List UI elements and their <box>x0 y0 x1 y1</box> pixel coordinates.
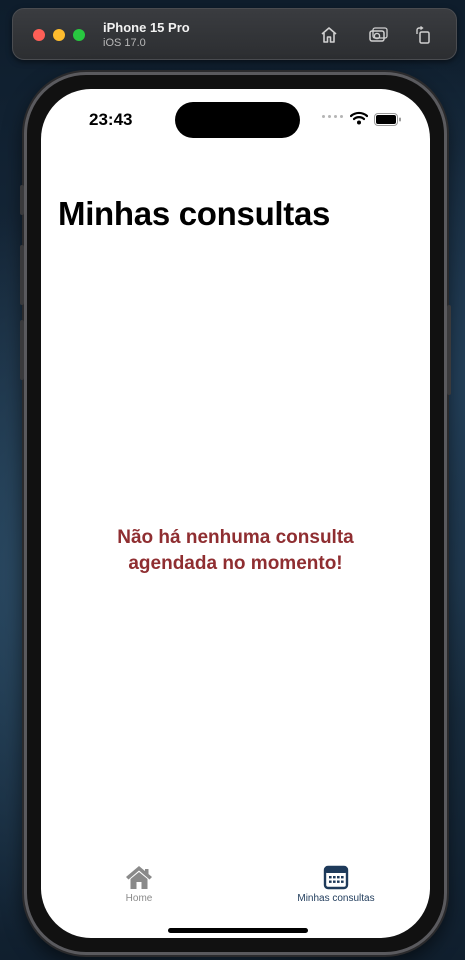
calendar-icon <box>323 865 349 890</box>
volume-down-button <box>20 320 24 380</box>
action-button <box>20 185 24 215</box>
power-button <box>447 305 451 395</box>
tab-minhas-consultas[interactable]: Minhas consultas <box>281 864 391 904</box>
tab-minhas-consultas-label: Minhas consultas <box>297 893 375 904</box>
tab-home[interactable]: Home <box>111 864 167 904</box>
dynamic-island <box>175 102 300 138</box>
simulator-home-button[interactable] <box>317 23 341 47</box>
screenshot-icon <box>369 27 388 42</box>
rotate-icon <box>416 25 430 44</box>
tab-bar: Home Minhas consultas <box>41 849 430 909</box>
device-name: iPhone 15 Pro <box>103 20 190 35</box>
cellular-dots-icon <box>322 115 343 118</box>
simulator-title-bar: iPhone 15 Pro iOS 17.0 <box>12 8 457 60</box>
simulator-rotate-button[interactable] <box>412 23 436 47</box>
battery-icon <box>374 113 401 126</box>
home-icon <box>321 27 337 43</box>
os-version: iOS 17.0 <box>103 37 146 49</box>
simulator-screenshot-button[interactable] <box>366 23 390 47</box>
tab-home-label: Home <box>125 893 153 904</box>
status-time: 23:43 <box>89 110 133 129</box>
wifi-icon <box>350 111 368 125</box>
iphone-frame: 23:43 Minhas consultas Não há nenhuma co… <box>20 72 451 955</box>
empty-state-message: Não há nenhuma consulta agendada no mome… <box>117 527 354 574</box>
zoom-window-button[interactable] <box>73 29 85 41</box>
minimize-window-button[interactable] <box>53 29 65 41</box>
app-screen: 23:43 Minhas consultas Não há nenhuma co… <box>41 89 430 938</box>
home-indicator[interactable] <box>168 928 308 933</box>
house-icon <box>126 866 152 889</box>
close-window-button[interactable] <box>33 29 45 41</box>
page-title: Minhas consultas <box>58 195 331 232</box>
volume-up-button <box>20 245 24 305</box>
